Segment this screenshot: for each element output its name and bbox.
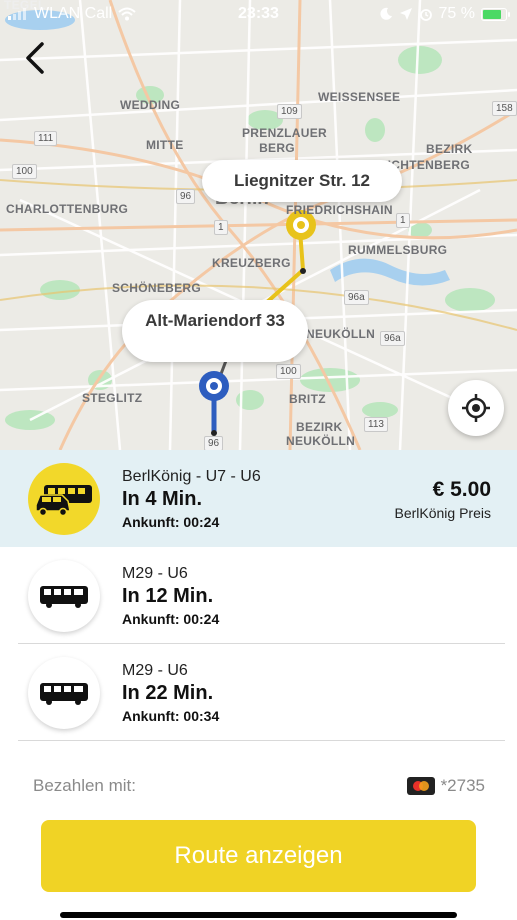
origin-label-bubble[interactable]: Alt-Mariendorf 33 (122, 300, 308, 362)
origin-pin-icon (199, 371, 229, 401)
road-number: 96a (344, 290, 369, 305)
payment-card[interactable]: *2735 (406, 776, 485, 796)
road-number: 158 (492, 101, 517, 116)
route-line-label: BerlKönig - U7 - U6 (122, 468, 261, 485)
mastercard-icon (406, 777, 435, 795)
road-number: 100 (12, 164, 37, 179)
locate-me-button[interactable] (448, 380, 504, 436)
route-eta: In 22 Min. (122, 682, 214, 704)
district-label: FRIEDRICHSHAIN (286, 203, 393, 217)
district-label: PRENZLAUER BERG (242, 126, 328, 155)
route-price: € 5.00 (432, 478, 491, 501)
road-number: 96 (176, 189, 196, 204)
district-label: NEUKÖLLN (306, 327, 376, 341)
district-label: CHARLOTTENBURG (6, 202, 129, 216)
road-number: 100 (276, 364, 301, 379)
app-screen: TEGEL WEDDING MITTE PRENZLAUER BERG WEIS… (0, 0, 517, 920)
alarm-icon (419, 9, 432, 21)
route-arrival: Ankunft: 00:24 (122, 514, 220, 530)
bus-icon (28, 560, 100, 632)
road-number: 96a (380, 331, 405, 346)
back-button[interactable] (18, 38, 54, 78)
district-label: NEUKÖLLN (286, 434, 356, 448)
route-price-label: BerlKönig Preis (394, 505, 492, 521)
route-arrival: Ankunft: 00:24 (122, 611, 220, 627)
road-number: 1 (396, 213, 410, 228)
district-label: STEGLITZ (82, 391, 143, 405)
location-arrow-icon (399, 8, 412, 20)
road-number: 109 (277, 104, 302, 119)
payment-label: Bezahlen mit: (33, 776, 136, 795)
district-label: MITTE (146, 138, 184, 152)
status-right-group: 75 % (379, 5, 510, 23)
route-option-m29-2[interactable]: M29 - U6 In 22 Min. Ankunft: 00:34 (0, 644, 517, 741)
row-divider (18, 740, 505, 741)
road-number: 96 (204, 436, 224, 450)
district-label: BEZIRK (426, 142, 473, 156)
route-eta: In 12 Min. (122, 585, 214, 607)
route-options-list: BerlKönig - U7 - U6 In 4 Min. Ankunft: 0… (0, 450, 517, 741)
district-label: BRITZ (289, 392, 326, 406)
battery-icon (481, 7, 510, 21)
route-option-berlkoenig[interactable]: BerlKönig - U7 - U6 In 4 Min. Ankunft: 0… (0, 450, 517, 547)
road-number: 1 (214, 220, 228, 235)
map-view[interactable]: TEGEL WEDDING MITTE PRENZLAUER BERG WEIS… (0, 0, 517, 450)
route-option-m29-1[interactable]: M29 - U6 In 12 Min. Ankunft: 00:24 (0, 547, 517, 644)
map-background (0, 0, 517, 450)
bus-icon (28, 657, 100, 729)
district-label: SCHÖNEBERG (112, 281, 202, 295)
chevron-left-icon (26, 42, 44, 74)
battery-percent: 75 % (438, 5, 475, 22)
card-number: *2735 (440, 776, 485, 795)
show-route-button[interactable]: Route anzeigen (41, 820, 476, 892)
bus-and-van-icon (28, 463, 100, 535)
road-number: 113 (364, 417, 388, 432)
district-label: WEDDING (120, 98, 181, 112)
crosshair-icon (462, 394, 490, 422)
district-label: RUMMELSBURG (348, 243, 448, 257)
route-arrival: Ankunft: 00:34 (122, 708, 220, 724)
route-line-label: M29 - U6 (122, 662, 188, 679)
route-eta: In 4 Min. (122, 488, 202, 510)
home-indicator[interactable] (60, 912, 457, 918)
road-number: 111 (34, 131, 58, 146)
district-label: KREUZBERG (212, 256, 291, 270)
destination-label-bubble[interactable]: Liegnitzer Str. 12 (202, 160, 402, 202)
payment-row[interactable]: Bezahlen mit: *2735 (0, 760, 517, 810)
district-label: BEZIRK (296, 420, 343, 434)
route-line-label: M29 - U6 (122, 565, 188, 582)
district-label: WEISSENSEE (318, 90, 401, 104)
moon-icon (379, 7, 392, 20)
status-bar: WLAN Call 23:33 75 % (0, 0, 517, 28)
